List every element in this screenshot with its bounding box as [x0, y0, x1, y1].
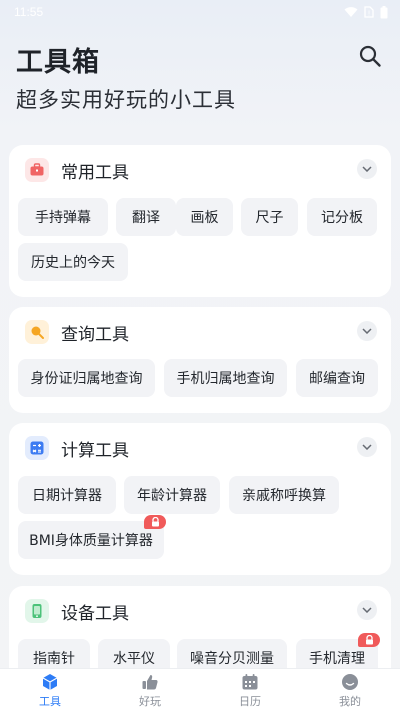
cube-icon	[42, 673, 58, 690]
wifi-icon	[344, 7, 358, 17]
tool-label: 历史上的今天	[31, 255, 115, 271]
tool-chip[interactable]: 记分板	[307, 198, 377, 236]
lock-icon	[365, 635, 373, 645]
section-card-common: 常用工具 手持弹幕 翻译 画板 尺子 记分板 历史上的今天	[9, 145, 391, 297]
tool-chip[interactable]: 手持弹幕	[18, 198, 108, 236]
tab-mine[interactable]: 我的	[300, 669, 400, 712]
phone-device-icon	[25, 599, 49, 623]
section-header: 设备工具	[25, 598, 129, 624]
collapse-button[interactable]	[357, 159, 377, 179]
tool-label: 亲戚称呼换算	[242, 488, 326, 504]
tool-label: 手机清理	[309, 651, 365, 667]
search-icon	[359, 45, 381, 67]
calculator-icon	[25, 436, 49, 460]
magnifier-icon	[25, 320, 49, 344]
section-header: 计算工具	[25, 435, 129, 461]
section-card-device: 设备工具 指南针 水平仪 噪音分贝测量 手机清理	[9, 586, 391, 668]
tool-chip[interactable]: 水平仪	[98, 639, 170, 668]
toolbox-icon	[25, 158, 49, 182]
section-header: 查询工具	[25, 319, 129, 345]
tab-calendar[interactable]: 日历	[200, 669, 300, 712]
search-button[interactable]	[356, 42, 384, 70]
chevron-down-icon	[362, 328, 372, 334]
tool-chip[interactable]: 邮编查询	[296, 359, 378, 397]
tool-label: 记分板	[321, 210, 363, 226]
section-card-query: 查询工具 身份证归属地查询 手机归属地查询 邮编查询	[9, 307, 391, 413]
tool-label: 身份证归属地查询	[30, 371, 143, 387]
page-subtitle: 超多实用好玩的小工具	[16, 88, 236, 112]
section-card-calc: 计算工具 日期计算器 年龄计算器 亲戚称呼换算 BMI身体质量计算器	[9, 423, 391, 575]
tool-label: 画板	[190, 210, 219, 226]
tab-fun[interactable]: 好玩	[100, 669, 200, 712]
section-title: 计算工具	[61, 440, 129, 461]
lock-icon	[151, 517, 159, 527]
bottom-tab-bar: 工具 好玩 日历 我的	[0, 668, 400, 712]
tool-label: 邮编查询	[309, 371, 365, 387]
tool-label: 尺子	[255, 210, 284, 226]
chevron-down-icon	[362, 444, 372, 450]
tab-tools[interactable]: 工具	[0, 669, 100, 712]
profile-face-icon	[342, 673, 358, 690]
tool-label: 手持弹幕	[35, 210, 91, 226]
tool-label: 手机归属地查询	[176, 371, 275, 387]
section-title: 设备工具	[61, 603, 129, 624]
lock-badge	[144, 515, 166, 529]
tool-label: 噪音分贝测量	[190, 651, 274, 667]
tab-label: 日历	[239, 694, 261, 708]
tool-chip[interactable]: 亲戚称呼换算	[229, 476, 339, 514]
thumbs-up-icon	[142, 674, 158, 689]
svg-text:!: !	[368, 10, 371, 18]
tool-chip[interactable]: 日期计算器	[18, 476, 116, 514]
tab-label: 工具	[39, 694, 61, 708]
tab-label: 我的	[339, 694, 361, 708]
chevron-down-icon	[362, 607, 372, 613]
section-header: 常用工具	[25, 157, 129, 183]
battery-icon	[380, 5, 388, 18]
tool-chip[interactable]: 年龄计算器	[124, 476, 220, 514]
tool-chip[interactable]: 指南针	[18, 639, 90, 668]
collapse-button[interactable]	[357, 321, 377, 341]
collapse-button[interactable]	[357, 437, 377, 457]
tool-label: 日期计算器	[32, 488, 102, 504]
lock-badge	[358, 633, 380, 647]
no-sim-icon: !	[364, 6, 374, 18]
tool-chip[interactable]: 尺子	[241, 198, 298, 236]
tool-chip[interactable]: 手机清理	[296, 633, 380, 668]
page-title: 工具箱	[16, 47, 100, 78]
tool-label: 翻译	[132, 210, 160, 226]
tool-label: BMI身体质量计算器	[29, 533, 153, 549]
section-title: 查询工具	[61, 324, 129, 345]
tool-chip[interactable]: 手机归属地查询	[164, 359, 287, 397]
calendar-icon	[242, 673, 258, 689]
tool-label: 年龄计算器	[137, 488, 207, 504]
tool-chip[interactable]: 画板	[176, 198, 233, 236]
tool-label: 水平仪	[113, 651, 155, 667]
tool-list[interactable]: 常用工具 手持弹幕 翻译 画板 尺子 记分板 历史上的今天 查询工具 身份证归属…	[0, 145, 400, 668]
status-bar: 11:55 !	[0, 0, 400, 24]
chevron-down-icon	[362, 166, 372, 172]
tool-chip[interactable]: 噪音分贝测量	[177, 639, 287, 668]
status-time: 11:55	[14, 5, 44, 19]
tool-chip[interactable]: 历史上的今天	[18, 243, 128, 281]
collapse-button[interactable]	[357, 600, 377, 620]
status-icons: !	[344, 5, 388, 19]
tool-chip[interactable]: 身份证归属地查询	[18, 359, 155, 397]
section-title: 常用工具	[61, 162, 129, 183]
tool-label: 指南针	[33, 651, 75, 667]
tool-chip[interactable]: BMI身体质量计算器	[18, 515, 166, 559]
tab-label: 好玩	[139, 694, 161, 708]
tool-chip[interactable]: 翻译	[116, 198, 176, 236]
